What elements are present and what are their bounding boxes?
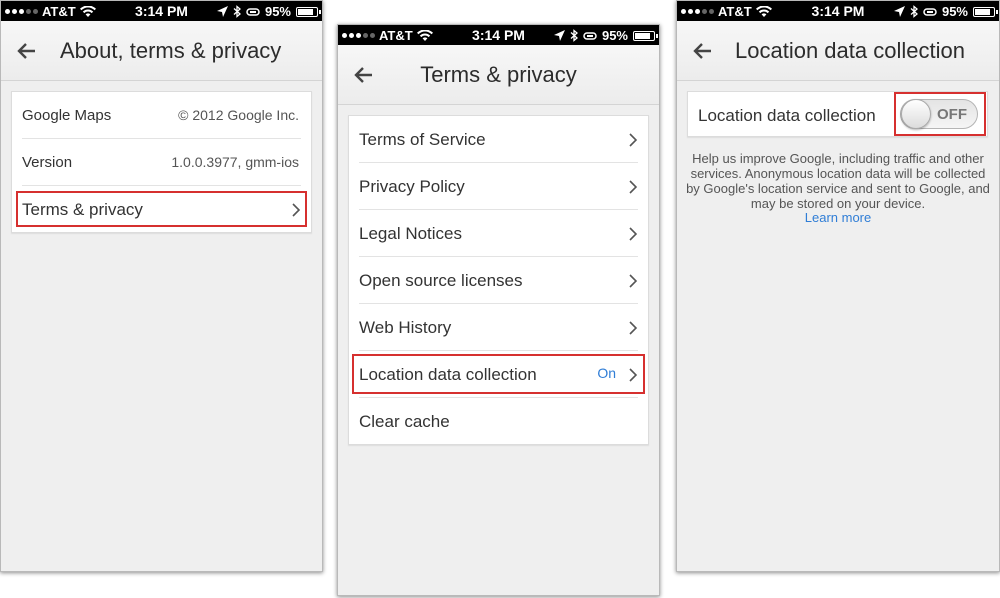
header: Location data collection <box>677 21 999 81</box>
phone-screen-location: AT&T 3:14 PM 95% Location data collectio… <box>676 0 1000 572</box>
status-value: On <box>597 365 616 381</box>
battery-icon <box>973 6 998 17</box>
status-bar: AT&T 3:14 PM 95% <box>1 1 322 21</box>
row-label: Privacy Policy <box>359 177 465 196</box>
list-item-terms-privacy[interactable]: Terms & privacy <box>22 186 301 233</box>
header: About, terms & privacy <box>1 21 322 81</box>
status-bar: AT&T 3:14 PM 95% <box>677 1 999 21</box>
header: Terms & privacy <box>338 45 659 105</box>
toggle-knob <box>901 99 931 129</box>
row-label: Google Maps <box>22 107 112 124</box>
list-item-open-source-licenses[interactable]: Open source licenses <box>359 257 638 304</box>
row-value: 1.0.0.3977, gmm-ios <box>171 154 299 170</box>
row-label: Location data collection <box>359 365 537 384</box>
location-arrow-icon <box>216 6 228 17</box>
learn-more-link[interactable]: Learn more <box>677 210 999 225</box>
chevron-right-icon <box>629 368 638 382</box>
back-arrow-icon[interactable] <box>15 39 39 63</box>
chevron-right-icon <box>629 274 638 288</box>
bluetooth-icon <box>233 5 241 18</box>
row-label: Terms of Service <box>359 130 486 149</box>
toggle-state: OFF <box>937 106 967 123</box>
battery-icon <box>296 6 321 17</box>
battery-percent: 95% <box>601 28 628 43</box>
terms-list: Terms of Service Privacy Policy Legal No… <box>348 115 649 445</box>
status-bar: AT&T 3:14 PM 95% <box>338 25 659 45</box>
row-label: Version <box>22 154 73 171</box>
page-title: Location data collection <box>735 38 965 63</box>
row-label: Web History <box>359 318 452 337</box>
battery-icon <box>633 30 658 41</box>
list-item-clear-cache[interactable]: Clear cache <box>359 398 638 445</box>
battery-percent: 95% <box>941 4 968 19</box>
bluetooth-icon <box>570 29 578 42</box>
chevron-right-icon <box>629 180 638 194</box>
lock-rotation-icon <box>246 7 260 16</box>
row-label: Terms & privacy <box>22 200 143 219</box>
location-arrow-icon <box>893 6 905 17</box>
list-item-location-data-collection[interactable]: Location data collection On <box>359 351 638 398</box>
phone-screen-about: AT&T 3:14 PM 95% About, terms & privacy … <box>0 0 323 572</box>
row-value: © 2012 Google Inc. <box>178 107 299 123</box>
list-item-web-history[interactable]: Web History <box>359 304 638 351</box>
phone-screen-terms: AT&T 3:14 PM 95% Terms & privacy Terms o… <box>337 24 660 596</box>
row-label: Legal Notices <box>359 224 463 243</box>
chevron-right-icon <box>629 227 638 241</box>
row-label: Open source licenses <box>359 271 523 290</box>
lock-rotation-icon <box>583 31 597 40</box>
bluetooth-icon <box>910 5 918 18</box>
list-item-privacy-policy[interactable]: Privacy Policy <box>359 163 638 210</box>
help-text: Help us improve Google, including traffi… <box>686 151 990 211</box>
list-item-google-maps: Google Maps © 2012 Google Inc. <box>22 92 301 139</box>
list-item-version: Version 1.0.0.3977, gmm-ios <box>22 139 301 186</box>
row-label: Clear cache <box>359 412 450 431</box>
page-title: About, terms & privacy <box>60 38 282 63</box>
lock-rotation-icon <box>923 7 937 16</box>
list-item-terms-of-service[interactable]: Terms of Service <box>359 116 638 163</box>
setting-card: Location data collection OFF <box>687 91 988 137</box>
setting-label: Location data collection <box>698 106 876 125</box>
battery-percent: 95% <box>264 4 291 19</box>
about-card: Google Maps © 2012 Google Inc. Version 1… <box>11 91 312 233</box>
chevron-right-icon <box>629 133 638 147</box>
back-arrow-icon[interactable] <box>691 39 715 63</box>
chevron-right-icon <box>629 321 638 335</box>
location-arrow-icon <box>553 30 565 41</box>
location-toggle[interactable]: OFF <box>900 99 978 129</box>
list-item-legal-notices[interactable]: Legal Notices <box>359 210 638 257</box>
chevron-right-icon <box>292 203 301 217</box>
page-title: Terms & privacy <box>420 62 577 87</box>
